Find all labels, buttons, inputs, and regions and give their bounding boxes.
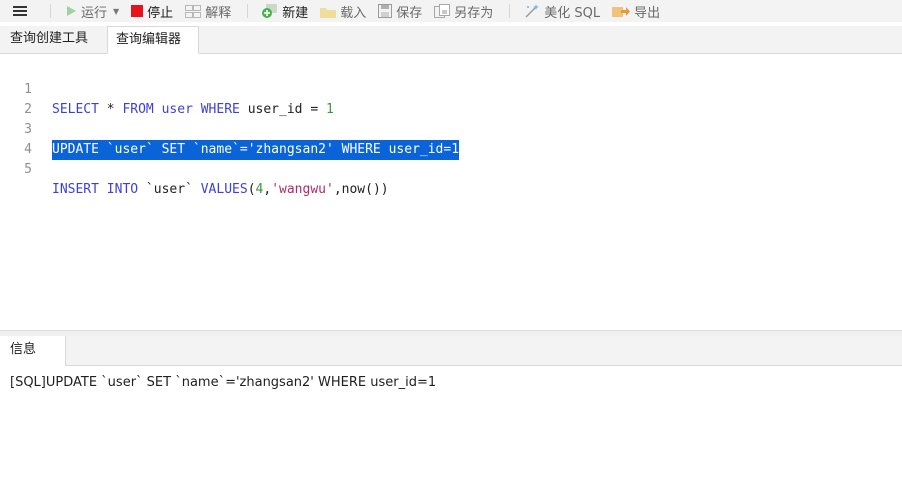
tab-query-editor[interactable]: 查询编辑器 <box>107 26 199 54</box>
beautify-label: 美化 SQL <box>544 5 601 21</box>
new-label: 新建 <box>282 5 309 21</box>
code-line[interactable]: 3 UPDATE `user` SET `name`='zhangsan2' W… <box>0 100 902 160</box>
save-as-button[interactable]: 另存为 <box>428 0 499 22</box>
tab-info[interactable]: 信息 <box>0 336 66 366</box>
stop-label: 停止 <box>147 5 174 21</box>
new-icon <box>262 4 278 18</box>
toolbar-separator <box>509 4 511 18</box>
new-button[interactable]: 新建 <box>256 0 314 22</box>
code-line[interactable]: 2 <box>0 80 902 117</box>
save-label: 保存 <box>396 5 423 21</box>
toolbar-separator <box>50 4 51 18</box>
result-tab-strip: 信息 <box>0 336 902 366</box>
explain-label: 解释 <box>205 5 232 21</box>
explain-button[interactable]: 解释 <box>179 0 237 22</box>
save-button[interactable]: 保存 <box>372 0 428 22</box>
load-label: 载入 <box>340 5 367 21</box>
save-as-icon <box>434 4 451 18</box>
menu-icon <box>13 6 27 16</box>
tab-query-editor-label: 查询编辑器 <box>116 32 182 47</box>
run-button[interactable]: 运行 ▼ <box>59 0 125 22</box>
run-icon <box>65 5 77 17</box>
info-message: [SQL]UPDATE `user` SET `name`='zhangsan2… <box>10 375 437 390</box>
export-icon <box>612 4 631 18</box>
editor-tab-strip: 查询创建工具 查询编辑器 <box>0 26 902 54</box>
export-button[interactable]: 导出 <box>606 0 666 22</box>
explain-icon <box>185 4 202 18</box>
beautify-icon <box>524 4 540 18</box>
tab-query-builder-label: 查询创建工具 <box>10 31 89 46</box>
code-line[interactable]: 1 SELECT * FROM user WHERE user_id = 1 <box>0 60 902 117</box>
toolbar: 运行 ▼ 停止 解释 新建 载入 保存 另存为 美化 SQL 导出 <box>0 0 902 22</box>
load-button[interactable]: 载入 <box>314 0 372 22</box>
run-label: 运行 <box>81 5 108 21</box>
toolbar-separator <box>247 4 249 18</box>
line-number: 5 <box>24 162 32 177</box>
code-line[interactable]: 4 <box>0 120 902 157</box>
load-icon <box>320 5 337 18</box>
export-label: 导出 <box>634 5 661 21</box>
run-dropdown-arrow-icon[interactable]: ▼ <box>113 7 119 16</box>
save-as-label: 另存为 <box>454 5 494 21</box>
tab-info-label: 信息 <box>10 342 37 357</box>
stop-icon <box>131 5 144 17</box>
sql-editor[interactable]: 1 SELECT * FROM user WHERE user_id = 1 2… <box>0 55 902 330</box>
menu-button[interactable] <box>0 0 40 22</box>
tab-query-builder[interactable]: 查询创建工具 <box>6 26 105 53</box>
code-line[interactable]: 5 INSERT INTO `user` VALUES(4,'wangwu',n… <box>0 140 902 197</box>
beautify-sql-button[interactable]: 美化 SQL <box>518 0 606 22</box>
code-text: INSERT INTO `user` VALUES(4,'wangwu',now… <box>52 182 389 197</box>
stop-button[interactable]: 停止 <box>125 0 179 22</box>
save-icon <box>378 4 393 18</box>
info-panel: [SQL]UPDATE `user` SET `name`='zhangsan2… <box>0 366 902 487</box>
